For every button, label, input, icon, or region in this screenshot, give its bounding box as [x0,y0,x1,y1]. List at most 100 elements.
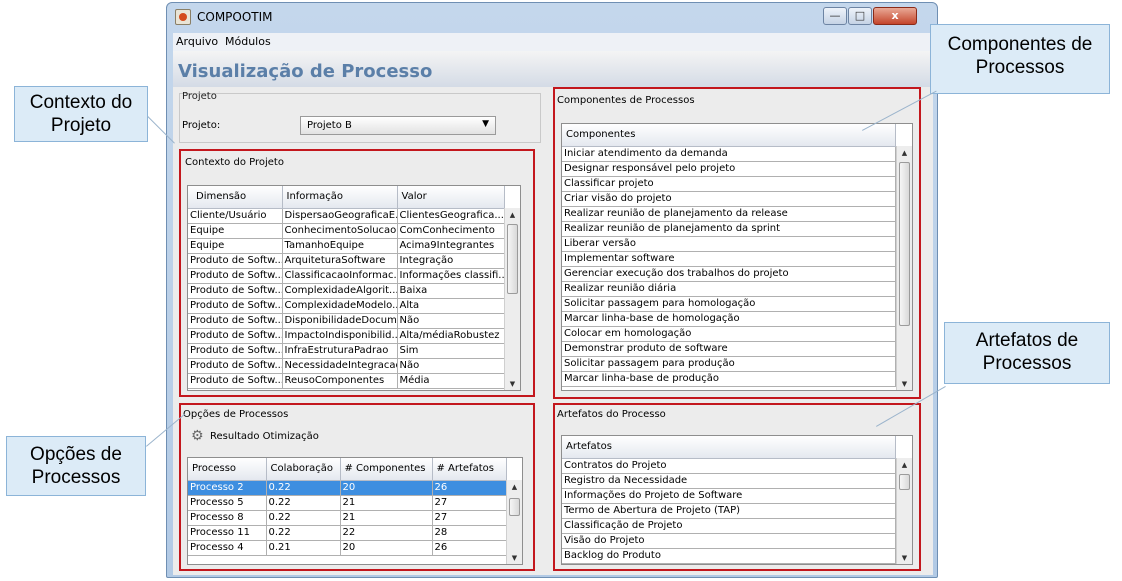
list-item[interactable]: Colocar em homologação [562,326,896,342]
column-header-componentes[interactable]: Componentes [562,124,896,147]
scroll-down-icon[interactable]: ▼ [897,377,912,390]
chevron-down-icon: ▼ [482,119,489,129]
list-item[interactable]: Marcar linha-base de produção [562,371,896,387]
column-header-valor[interactable]: Valor [397,186,505,209]
column-header-artefatos[interactable]: # Artefatos [432,458,507,481]
table-cell: Produto de Softw... [188,298,283,314]
list-item[interactable]: Backlog do Produto [562,548,896,564]
callout-contexto: Contexto do Projeto [14,86,148,142]
artefatos-section: Artefatos do Processo Artefatos Contrato… [553,403,921,571]
componente-label: Realizar reunião de planejamento da spri… [562,221,896,237]
list-item[interactable]: Designar responsável pelo projeto [562,161,896,177]
scroll-up-icon[interactable]: ▲ [505,208,520,222]
gear-icon: ⚙ [191,428,204,444]
column-header-artefatos-list[interactable]: Artefatos [562,436,896,459]
table-cell: 0.22 [266,525,341,541]
list-item[interactable]: Realizar reunião de planejamento da rele… [562,206,896,222]
list-item[interactable]: Demonstrar produto de software [562,341,896,357]
table-row[interactable]: Cliente/Usuário DispersaoGeograficaE... Cl… [188,208,505,224]
list-item[interactable]: Registro da Necessidade [562,473,896,489]
table-row[interactable]: Produto de Softw... ComplexidadeModelo...… [188,298,505,314]
list-item[interactable]: Informações do Projeto de Software [562,488,896,504]
table-cell: Processo 11 [188,525,267,541]
table-cell: Baixa [397,283,505,299]
menu-arquivo[interactable]: Arquivo [176,35,218,48]
column-header-colaboracao[interactable]: Colaboração [266,458,341,481]
table-row[interactable]: Produto de Softw... ClassificacaoInformac… [188,268,505,284]
list-item[interactable]: Realizar reunião de planejamento da spri… [562,221,896,237]
scroll-down-icon[interactable]: ▼ [897,551,912,564]
table-cell: Produto de Softw... [188,373,283,389]
contexto-scrollbar[interactable]: ▲ ▼ [504,208,520,390]
column-header-processo[interactable]: Processo [188,458,267,481]
list-item[interactable]: Contratos do Projeto [562,458,896,474]
title-bar[interactable]: COMPOOTIM — □ x [167,3,937,31]
table-row[interactable]: Produto de Softw... NecessidadeIntegracao… [188,358,505,374]
table-row[interactable]: Processo 11 0.22 22 28 [188,525,507,541]
table-cell: Produto de Softw... [188,313,283,329]
table-cell: DispersaoGeograficaE... [282,208,398,224]
close-button[interactable]: x [873,7,917,25]
opcoes-scrollbar[interactable]: ▲ ▼ [506,480,522,564]
list-item[interactable]: Iniciar atendimento da demanda [562,146,896,162]
list-item[interactable]: Gerenciar execução dos trabalhos do proj… [562,266,896,282]
list-item[interactable]: Criar visão do projeto [562,191,896,207]
table-row[interactable]: Produto de Softw... DisponibilidadeDocum.… [188,313,505,329]
menu-modulos[interactable]: Módulos [225,35,271,48]
artefatos-scrollbar[interactable]: ▲ ▼ [896,458,912,564]
projeto-select[interactable]: Projeto B ▼ [300,116,496,135]
table-row[interactable]: Produto de Softw... ArquiteturaSoftware In… [188,253,505,269]
table-cell: 0.22 [266,480,341,496]
table-row[interactable]: Equipe TamanhoEquipe Acima9Integrantes [188,238,505,254]
table-row[interactable]: Processo 2 0.22 20 26 [188,480,507,496]
componentes-scrollbar[interactable]: ▲ ▼ [896,146,912,390]
minimize-button[interactable]: — [823,7,847,25]
table-row[interactable]: Equipe ConhecimentoSolucao ComConhecimento [188,223,505,239]
table-cell: Produto de Softw... [188,358,283,374]
list-item[interactable]: Solicitar passagem para homologação [562,296,896,312]
list-item[interactable]: Classificação de Projeto [562,518,896,534]
scroll-thumb[interactable] [899,162,910,326]
list-item[interactable]: Solicitar passagem para produção [562,356,896,372]
scroll-thumb[interactable] [509,498,520,516]
artefatos-group-title: Artefatos do Processo [557,409,666,420]
list-item[interactable]: Visão do Projeto [562,533,896,549]
table-row[interactable]: Produto de Softw... InfraEstruturaPadrao S… [188,343,505,359]
opcoes-section: Opções de Processos ⚙ Resultado Otimizaç… [179,403,535,571]
maximize-button[interactable]: □ [848,7,872,25]
list-item[interactable]: Implementar software [562,251,896,267]
table-row[interactable]: Processo 4 0.21 20 26 [188,540,507,556]
scroll-up-icon[interactable]: ▲ [897,146,912,160]
artefato-label: Informações do Projeto de Software [562,488,896,504]
scroll-up-icon[interactable]: ▲ [897,458,912,472]
table-cell: Sim [397,343,505,359]
table-cell: ComplexidadeModelo... [282,298,398,314]
scroll-thumb[interactable] [507,224,518,294]
opcoes-table: Processo Colaboração # Componentes # Art… [187,457,523,565]
list-item[interactable]: Termo de Abertura de Projeto (TAP) [562,503,896,519]
column-header-informacao[interactable]: Informação [282,186,398,209]
table-cell: 0.22 [266,510,341,526]
scroll-up-icon[interactable]: ▲ [507,480,522,494]
scroll-thumb[interactable] [899,474,910,490]
table-row[interactable]: Processo 5 0.22 21 27 [188,495,507,511]
column-header-dimensao[interactable]: Dimensão [188,186,283,209]
column-header-componentes[interactable]: # Componentes [340,458,433,481]
table-cell: ArquiteturaSoftware [282,253,398,269]
list-item[interactable]: Marcar linha-base de homologação [562,311,896,327]
app-icon [175,9,191,25]
scroll-down-icon[interactable]: ▼ [505,377,520,390]
list-item[interactable]: Realizar reunião diária [562,281,896,297]
list-item[interactable]: Classificar projeto [562,176,896,192]
table-row[interactable]: Produto de Softw... ComplexidadeAlgorit..… [188,283,505,299]
table-cell: TamanhoEquipe [282,238,398,254]
list-item[interactable]: Liberar versão [562,236,896,252]
scroll-down-icon[interactable]: ▼ [507,551,522,564]
table-row[interactable]: Produto de Softw... ImpactoIndisponibilid… [188,328,505,344]
artefato-label: Contratos do Projeto [562,458,896,474]
table-cell: 26 [432,540,507,556]
table-cell: Informações classifi... [397,268,505,284]
table-row[interactable]: Processo 8 0.22 21 27 [188,510,507,526]
table-row[interactable]: Produto de Softw... ReusoComponentes Média [188,373,505,389]
table-cell: Cliente/Usuário [188,208,283,224]
